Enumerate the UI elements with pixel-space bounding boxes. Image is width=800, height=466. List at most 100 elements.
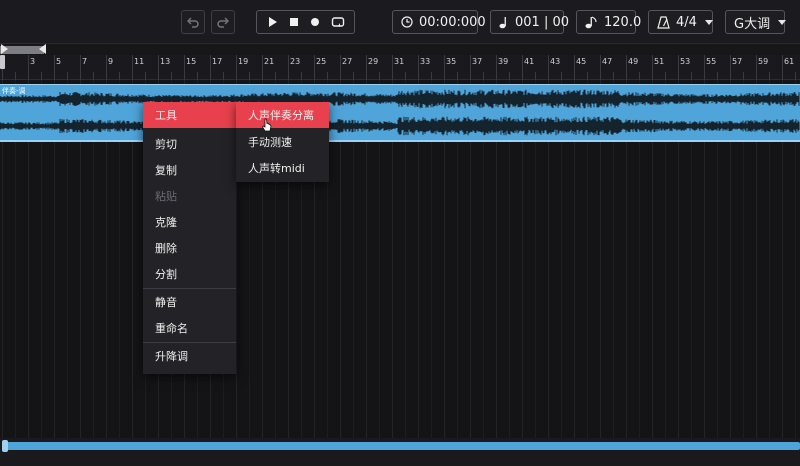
ruler-tick [223,72,224,80]
ruler-bar-number: 35 [446,57,457,66]
waveform-channel [0,89,800,109]
loop-end-marker[interactable] [39,44,46,54]
metronome-icon [657,15,670,29]
ruler-tick [756,55,757,80]
ruler-bar-number: 37 [472,57,483,66]
ruler-tick [509,72,510,80]
ruler-tick [80,55,81,80]
ruler-tick [587,72,588,80]
ruler-bar-number: 45 [576,57,587,66]
ruler-bar-number: 39 [498,57,509,66]
submenu-item-vocal-separation[interactable]: 人声伴奏分离 [236,102,329,128]
record-icon [311,17,320,26]
ruler-tick [535,72,536,80]
ruler-tick [691,72,692,80]
menu-item-mute[interactable]: 静音 [143,289,236,315]
play-icon [268,16,277,27]
play-button[interactable] [266,13,278,32]
ruler-bar-number: 43 [550,57,561,66]
ruler-tick [15,72,16,80]
record-button[interactable] [309,13,321,32]
menu-item-copy[interactable]: 复制 [143,157,236,183]
ruler-tick [366,55,367,80]
ruler-bar-number: 33 [420,57,431,66]
key-value: G大调 [734,16,771,32]
ruler-bar-number: 7 [82,57,88,66]
ruler-bar-number: 15 [186,57,197,66]
time-display[interactable]: 00:00:000 [392,10,486,34]
ruler-tick [769,72,770,80]
ruler-tick [262,55,263,80]
ruler-tick [470,55,471,80]
ruler-bar-number: 29 [368,57,379,66]
arrangement-area[interactable]: 伴奏-调 [0,80,800,438]
undo-icon [187,17,199,28]
menu-item-delete[interactable]: 删除 [143,235,236,261]
ruler-tick [730,55,731,80]
time-signature-value: 4/4 [676,14,697,30]
menu-item-rename[interactable]: 重命名 [143,315,236,341]
ruler-tick [457,72,458,80]
stop-button[interactable] [288,13,300,32]
loop-start-marker[interactable] [1,44,8,54]
ruler-tick [626,55,627,80]
ruler-tick [275,72,276,80]
tempo-value: 120.0 [604,14,642,30]
tempo-note-icon [585,15,598,29]
ruler-bar-number: 3 [30,57,36,66]
submenu-item-vocal-to-midi[interactable]: 人声转midi [236,155,329,181]
menu-item-paste: 粘贴 [155,190,177,203]
ruler-tick [522,55,523,80]
ruler-tick [210,55,211,80]
menu-item-clone[interactable]: 克隆 [143,209,236,235]
ruler-bar-number: 61 [784,57,795,66]
menu-item-tools[interactable]: 工具 [143,102,236,128]
note-icon [499,16,509,29]
submenu-item-manual-tempo[interactable]: 手动测速 [236,129,329,155]
menu-item-transpose[interactable]: 升降调 [143,343,236,369]
loop-strip[interactable] [0,44,800,55]
ruler-tick [41,72,42,80]
undo-button[interactable] [181,10,205,34]
playhead-handle[interactable] [0,55,5,69]
ruler-tick [483,72,484,80]
ruler-tick [119,72,120,80]
ruler-tick [704,55,705,80]
clock-icon [401,16,413,28]
ruler-bar-number: 57 [732,57,743,66]
ruler-bar-number: 13 [160,57,171,66]
ruler-tick [600,55,601,80]
ruler-tick [184,55,185,80]
tools-submenu: 人声伴奏分离 手动测速 人声转midi [236,102,329,182]
daw-window: 00:00:000 001 | 00 120.0 4/4 G大调 3 5 7 9 11 1… [0,0,800,466]
ruler-tick [561,72,562,80]
ruler-tick [28,55,29,80]
ruler-bar-number: 5 [56,57,62,66]
ruler-tick [314,55,315,80]
bar-beat-value: 001 | 00 [515,14,569,30]
ruler-tick [249,72,250,80]
ruler-bar-number: 25 [316,57,327,66]
scrollbar-handle[interactable] [2,440,8,452]
clip-label: 伴奏-调 [2,87,26,95]
menu-item-cut[interactable]: 剪切 [143,131,236,157]
redo-button[interactable] [211,10,235,34]
ruler-tick [665,72,666,80]
ruler-tick [496,55,497,80]
timeline-ruler[interactable]: 3 5 7 9 11 13 15 17 19 21 23 25 27 29 31 33 35 37 39 41 43 45… [0,44,800,80]
loop-icon [331,16,345,27]
ruler-tick [652,55,653,80]
time-signature-select[interactable]: 4/4 [648,10,713,34]
key-select[interactable]: G大调 [725,10,787,34]
bar-beat-display[interactable]: 001 | 00 [490,10,569,34]
scrollbar-thumb[interactable] [2,442,800,450]
loop-button[interactable] [331,13,345,32]
ruler-bar-number: 31 [394,57,405,66]
ruler-tick [379,72,380,80]
tempo-display[interactable]: 120.0 [576,10,641,34]
menu-item-split[interactable]: 分割 [143,261,236,287]
horizontal-scrollbar[interactable] [0,438,800,466]
ruler-tick [340,55,341,80]
audio-clip[interactable]: 伴奏-调 [0,84,800,142]
ruler-tick [743,72,744,80]
